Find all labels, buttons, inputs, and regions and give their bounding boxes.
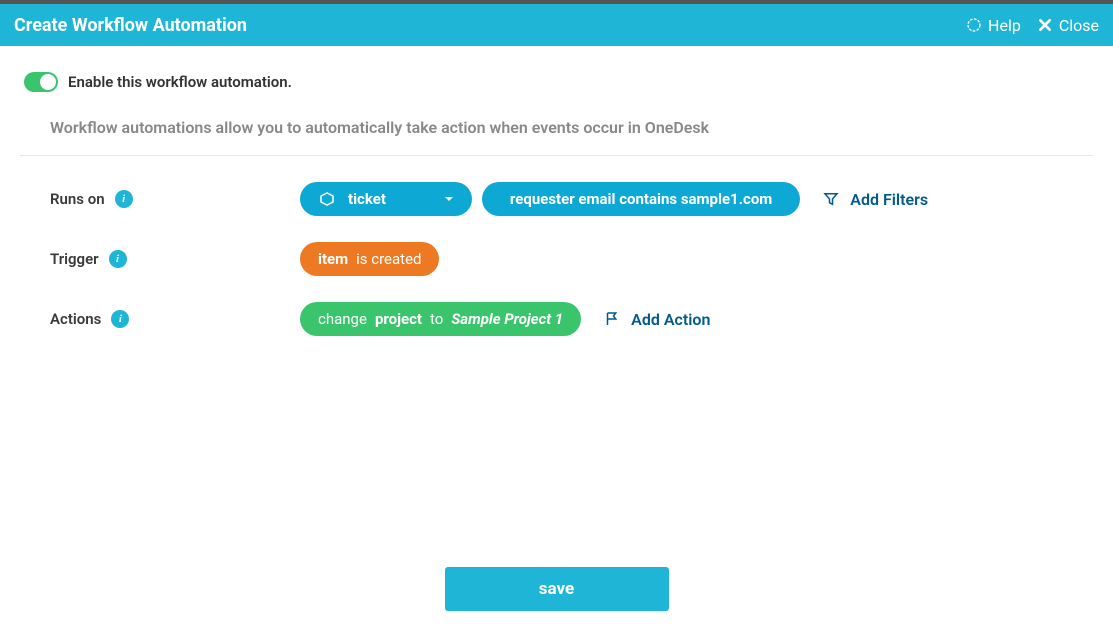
close-label: Close xyxy=(1059,16,1099,35)
save-button[interactable]: save xyxy=(445,567,669,611)
header-actions: Help Close xyxy=(966,16,1099,35)
filter-pill[interactable]: requester email contains sample1.com xyxy=(482,182,800,216)
runs-on-label-group: Runs on i xyxy=(50,190,300,208)
help-button[interactable]: Help xyxy=(966,16,1021,35)
runs-on-row: Runs on i ticket requester email contain… xyxy=(50,182,1089,216)
trigger-content: item is created xyxy=(300,242,439,276)
enable-row: Enable this workflow automation. xyxy=(24,72,1089,92)
type-selector[interactable]: ticket xyxy=(300,182,472,216)
add-filters-button[interactable]: Add Filters xyxy=(822,190,928,209)
info-icon[interactable]: i xyxy=(115,190,133,208)
type-label: ticket xyxy=(348,190,386,208)
trigger-row: Trigger i item is created xyxy=(50,242,1089,276)
dialog-title: Create Workflow Automation xyxy=(14,15,247,36)
actions-content: change project to Sample Project 1 Add A… xyxy=(300,302,710,336)
info-icon[interactable]: i xyxy=(109,250,127,268)
trigger-label: Trigger xyxy=(50,250,99,268)
runs-on-label: Runs on xyxy=(50,190,105,208)
actions-row: Actions i change project to Sample Proje… xyxy=(50,302,1089,336)
dialog-footer: save xyxy=(0,567,1113,611)
close-button[interactable]: Close xyxy=(1037,16,1099,35)
action-field: project xyxy=(375,310,422,328)
caret-down-icon xyxy=(444,194,454,204)
trigger-pill[interactable]: item is created xyxy=(300,242,439,276)
trigger-label-group: Trigger i xyxy=(50,250,300,268)
info-icon[interactable]: i xyxy=(111,310,129,328)
form-rows: Runs on i ticket requester email contain… xyxy=(24,182,1089,336)
trigger-item: item xyxy=(318,250,348,268)
action-value: Sample Project 1 xyxy=(451,310,563,328)
help-label: Help xyxy=(988,16,1021,35)
enable-toggle[interactable] xyxy=(24,72,58,92)
action-change: change xyxy=(318,310,367,328)
filter-text: requester email contains sample1.com xyxy=(510,190,772,208)
actions-label-group: Actions i xyxy=(50,310,300,328)
runs-on-content: ticket requester email contains sample1.… xyxy=(300,182,928,216)
add-action-button[interactable]: Add Action xyxy=(603,310,710,329)
close-icon xyxy=(1037,17,1053,33)
dialog-header: Create Workflow Automation Help Close xyxy=(0,4,1113,46)
flag-icon xyxy=(603,310,621,328)
automation-description: Workflow automations allow you to automa… xyxy=(24,118,1089,137)
actions-label: Actions xyxy=(50,310,101,328)
add-action-label: Add Action xyxy=(631,310,710,329)
action-pill[interactable]: change project to Sample Project 1 xyxy=(300,302,581,336)
filter-icon xyxy=(822,190,840,208)
trigger-condition: is created xyxy=(356,250,421,268)
ticket-icon xyxy=(318,190,336,208)
action-to: to xyxy=(430,310,443,328)
divider xyxy=(20,155,1093,156)
add-filters-label: Add Filters xyxy=(850,190,928,209)
enable-label: Enable this workflow automation. xyxy=(68,73,292,91)
help-icon xyxy=(966,17,982,33)
toggle-knob xyxy=(40,74,56,90)
dialog-content: Enable this workflow automation. Workflo… xyxy=(0,46,1113,336)
